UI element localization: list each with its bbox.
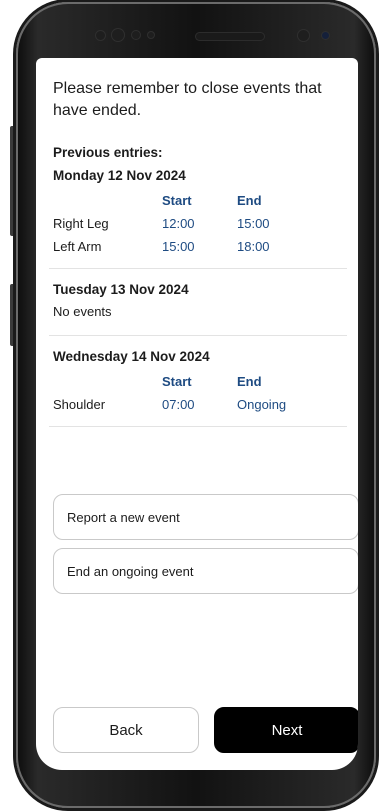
- divider: [49, 268, 347, 269]
- event-actions: Report a new event End an ongoing event: [53, 494, 358, 602]
- start-time: 12:00: [162, 215, 195, 231]
- end-time: Ongoing: [237, 396, 287, 412]
- end-column-header: End: [237, 373, 262, 389]
- back-button[interactable]: Back: [53, 707, 199, 753]
- table-header-row: Start End: [53, 189, 343, 212]
- next-button[interactable]: Next: [214, 707, 358, 753]
- previous-entries-heading: Previous entries:: [53, 145, 163, 160]
- sensor-icon: [96, 31, 105, 40]
- start-column-header: Start: [162, 373, 192, 389]
- no-events-text: No events: [53, 304, 112, 319]
- earpiece-speaker: [196, 33, 264, 40]
- day-title: Tuesday 13 Nov 2024: [53, 282, 189, 297]
- day-entry: Wednesday 14 Nov 2024 Start End Shoulder…: [53, 348, 343, 426]
- proximity-sensor-icon: [298, 30, 309, 41]
- power-button: [10, 284, 15, 346]
- device-mockup: Please remember to close events that hav…: [0, 0, 380, 812]
- report-new-event-button[interactable]: Report a new event: [53, 494, 358, 540]
- iris-sensor-icon: [322, 32, 329, 39]
- day-entry: Tuesday 13 Nov 2024 No events: [53, 281, 343, 335]
- day-title: Wednesday 14 Nov 2024: [53, 349, 210, 364]
- navigation-bar: Back Next: [36, 707, 358, 753]
- body-part: Right Leg: [53, 215, 109, 231]
- start-column-header: Start: [162, 192, 192, 208]
- day-title: Monday 12 Nov 2024: [53, 168, 186, 183]
- content-area: Please remember to close events that hav…: [49, 78, 358, 594]
- reminder-message: Please remember to close events that hav…: [53, 80, 322, 119]
- sensor-icon: [148, 32, 154, 38]
- start-time: 07:00: [162, 396, 195, 412]
- body-part: Shoulder: [53, 396, 106, 412]
- table-row: Shoulder 07:00 Ongoing: [53, 393, 343, 416]
- end-time: 15:00: [237, 215, 270, 231]
- end-column-header: End: [237, 192, 262, 208]
- table-header-row: Start End: [53, 370, 343, 393]
- end-time: 18:00: [237, 238, 270, 254]
- front-camera-icon: [112, 29, 124, 41]
- divider: [49, 426, 347, 427]
- body-part: Left Arm: [53, 238, 102, 254]
- sensor-icon: [132, 31, 140, 39]
- volume-button: [10, 126, 15, 236]
- table-row: Right Leg 12:00 15:00: [53, 212, 343, 235]
- day-entry: Monday 12 Nov 2024 Start End Right Leg 1…: [53, 167, 343, 268]
- end-ongoing-event-button[interactable]: End an ongoing event: [53, 548, 358, 594]
- divider: [49, 335, 347, 336]
- start-time: 15:00: [162, 238, 195, 254]
- app-screen: Please remember to close events that hav…: [36, 58, 358, 770]
- table-row: Left Arm 15:00 18:00: [53, 235, 343, 258]
- phone-top-bezel: [66, 16, 356, 56]
